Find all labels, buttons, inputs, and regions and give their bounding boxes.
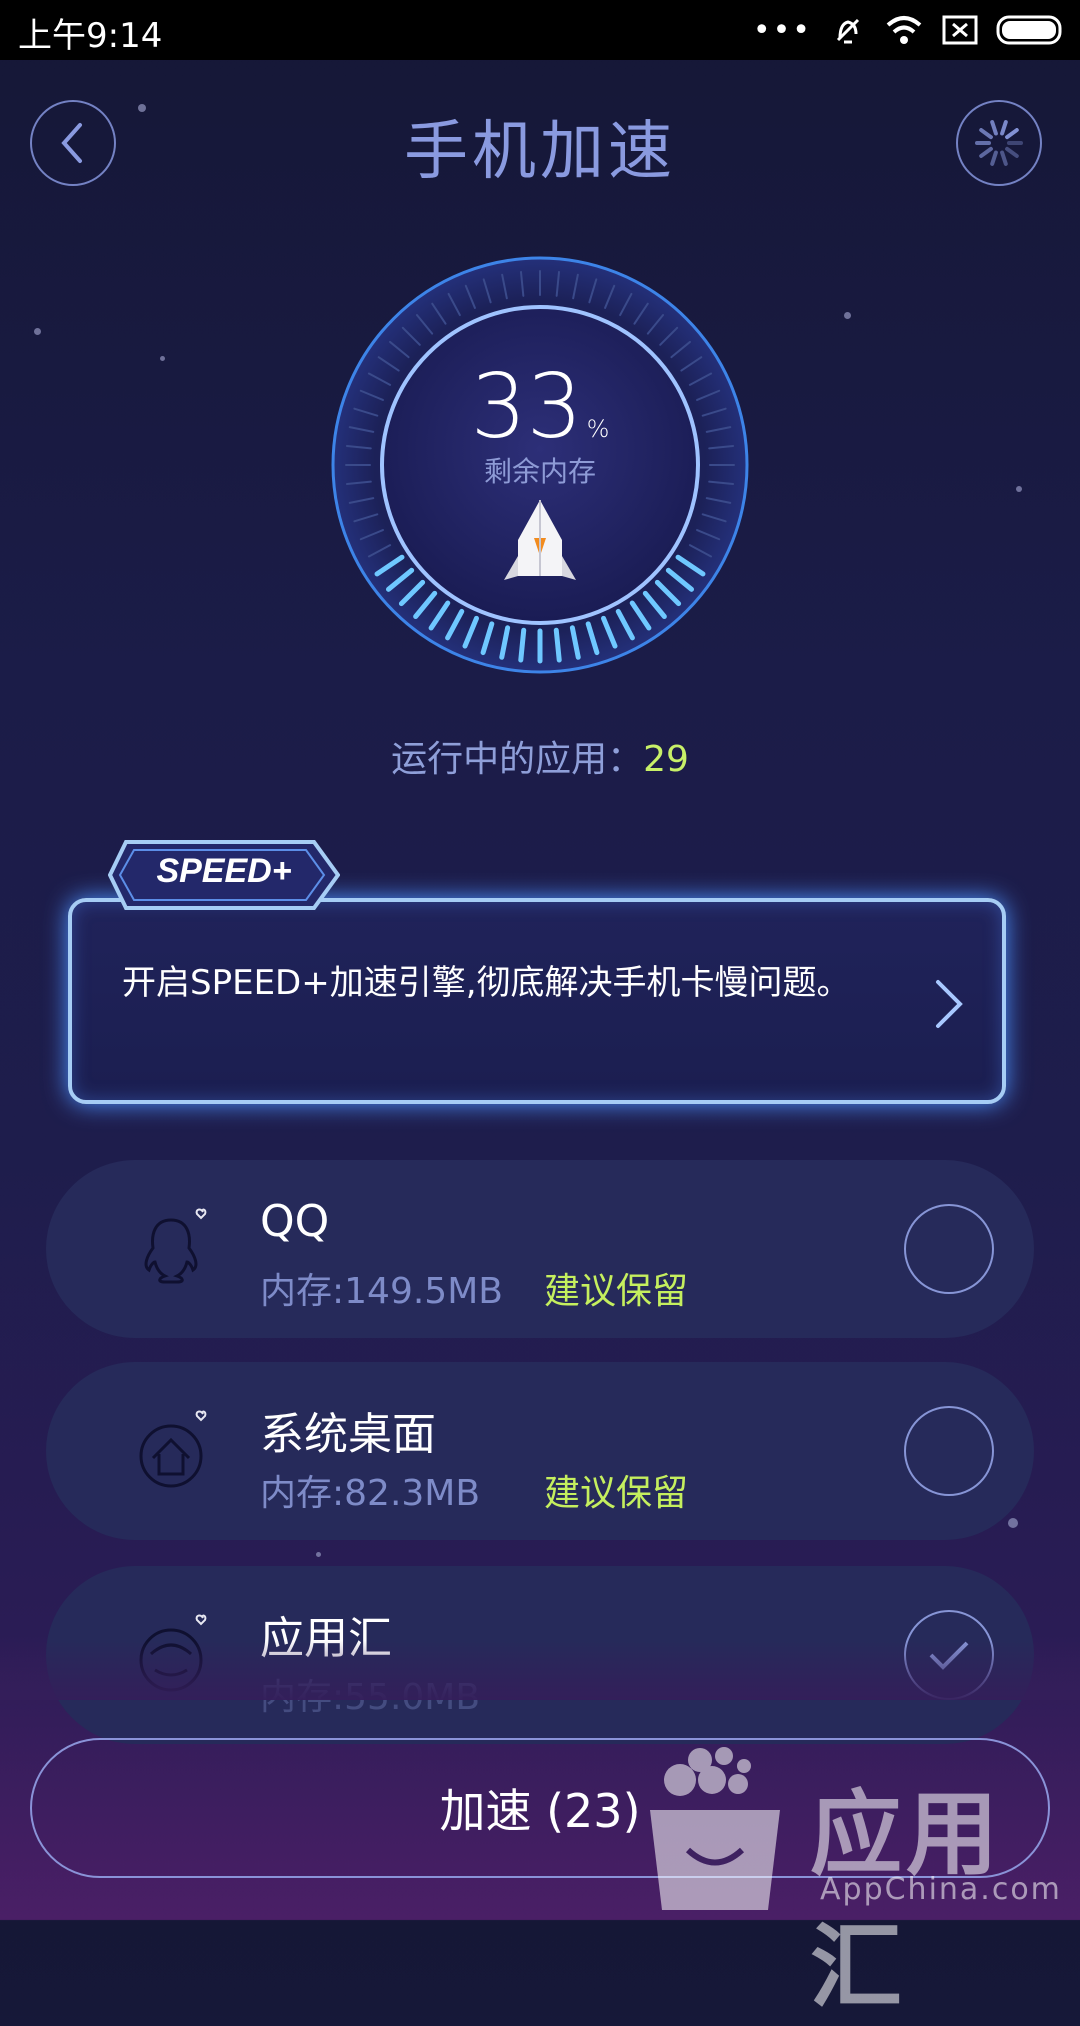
app-row-qq[interactable]: QQ 内存:149.5MB 建议保留 [46, 1160, 1034, 1338]
memory-label: 剩余内存 [483, 455, 596, 488]
wifi-icon [886, 16, 922, 44]
more-dots-icon: ••• [752, 12, 812, 48]
gauge-tick-lit [553, 627, 562, 663]
speed-badge-text: SPEED+ [156, 852, 292, 890]
status-icons: ••• [753, 10, 1066, 50]
star-dot [316, 1552, 321, 1557]
speed-plus-description: 开启SPEED+加速引擎,彻底解决手机卡慢问题。 [122, 963, 851, 1003]
app-select-checkbox[interactable] [904, 1204, 994, 1294]
gauge-tick-lit [518, 627, 527, 663]
app-recommend-tag: 建议保留 [544, 1271, 689, 1312]
loading-spinner-icon [975, 120, 1023, 166]
app-memory: 内存:149.5MB [260, 1271, 503, 1312]
qq-penguin-icon [144, 1208, 207, 1284]
list-fade-overlay [0, 1640, 1080, 1700]
vibrate-off-icon [836, 18, 860, 44]
appchina-watermark: 应用汇 AppChina.com [640, 1740, 1080, 2021]
sim-off-icon [942, 15, 978, 45]
app-name: 系统桌面 [260, 1409, 436, 1460]
speed-plus-card[interactable]: 开启SPEED+加速引擎,彻底解决手机卡慢问题。 [68, 898, 1006, 1104]
percent-unit: % [586, 415, 610, 443]
running-label: 运行中的应用： [391, 739, 644, 780]
star-dot [160, 356, 165, 361]
app-name: QQ [260, 1196, 330, 1247]
appchina-logo-icon [650, 1747, 780, 1910]
status-time: 上午9:14 [18, 16, 163, 56]
app-recommend-tag: 建议保留 [544, 1473, 689, 1514]
app-memory: 内存:82.3MB [260, 1473, 481, 1514]
percent-value: 33 [470, 355, 583, 458]
page-title: 手机加速 [404, 115, 676, 189]
watermark-site: AppChina.com [820, 1872, 1062, 1907]
chevron-right-icon [936, 980, 963, 1028]
memory-percent: 33% [325, 355, 755, 458]
loading-settings-button[interactable] [956, 100, 1042, 186]
home-icon [139, 1410, 207, 1488]
battery-icon [996, 15, 1062, 45]
running-apps-count: 运行中的应用：29 [0, 730, 1080, 782]
app-row-system-desktop[interactable]: 系统桌面 内存:82.3MB 建议保留 [46, 1362, 1034, 1540]
star-dot [1008, 1518, 1018, 1528]
star-dot [844, 312, 851, 319]
status-bar: 上午9:14 ••• [0, 0, 1080, 60]
speed-plus-badge: SPEED+ [108, 840, 340, 910]
running-count: 29 [643, 739, 689, 780]
star-dot [1016, 486, 1022, 492]
accelerate-label: 加速 (23) [439, 1784, 641, 1838]
app-select-checkbox[interactable] [904, 1406, 994, 1496]
star-dot [34, 328, 41, 335]
